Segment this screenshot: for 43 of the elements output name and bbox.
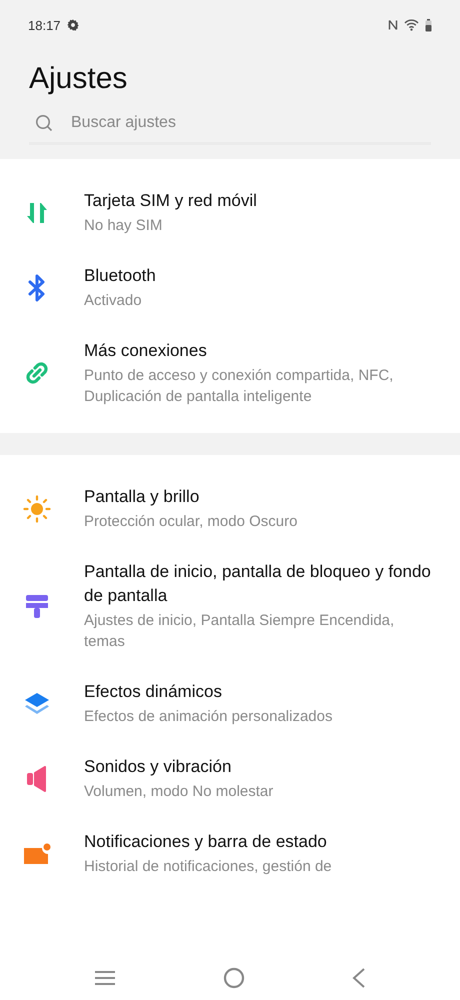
link-icon	[24, 360, 50, 386]
settings-item[interactable]: Más conexiones Punto de acceso y conexión compartida, NFC, Duplicación de pantalla inteligente	[0, 325, 460, 421]
item-subtitle: No hay SIM	[84, 216, 164, 236]
nfc-icon	[388, 19, 398, 31]
settings-item[interactable]: Tarjeta SIM y red móvil No hay SIM	[0, 175, 460, 250]
status-time: 18:17	[28, 18, 61, 32]
sun-icon	[23, 494, 51, 522]
layers-icon	[23, 692, 51, 716]
speaker-icon	[26, 766, 48, 792]
item-title: Bluetooth	[84, 265, 156, 287]
battery-icon	[425, 18, 432, 32]
item-subtitle: Punto de acceso y conexión compartida, NFC, Duplicación de pantalla inteligente	[84, 366, 394, 407]
wifi-icon	[404, 19, 419, 31]
settings-item[interactable]: Notificaciones y barra de estado Historial de notificaciones, gestión de	[0, 816, 460, 891]
settings-item[interactable]: Sonidos y vibración Volumen, modo No molestar	[0, 741, 460, 816]
search-field[interactable]: Buscar ajustes	[71, 114, 425, 132]
home-icon[interactable]	[222, 967, 245, 989]
item-title: Sonidos y vibración	[84, 756, 232, 778]
settings-item[interactable]: Pantalla de inicio, pantalla de bloqueo y fondo de pantalla Ajustes de inicio, Pantalla Siempre Encendida, temas	[0, 546, 460, 666]
paint-roller-icon	[25, 593, 49, 619]
notification-icon	[23, 842, 51, 864]
page-title: Ajustes	[29, 62, 128, 96]
item-title: Pantalla y brillo	[84, 486, 200, 508]
transfer-arrows-icon	[26, 200, 48, 224]
menu-icon[interactable]	[94, 970, 116, 986]
item-subtitle: Protección ocular, modo Oscuro	[84, 512, 298, 532]
item-title: Más conexiones	[84, 340, 208, 362]
item-subtitle: Activado	[84, 291, 143, 311]
item-title: Notificaciones y barra de estado	[84, 831, 328, 853]
item-title: Efectos dinámicos	[84, 681, 223, 703]
gear-icon	[66, 19, 79, 31]
bluetooth-icon	[28, 274, 46, 302]
item-subtitle: Ajustes de inicio, Pantalla Siempre Encendida, temas	[84, 611, 396, 652]
item-title: Tarjeta SIM y red móvil	[84, 190, 257, 212]
settings-item[interactable]: Bluetooth Activado	[0, 250, 460, 325]
item-subtitle: Historial de notificaciones, gestión de	[84, 857, 332, 877]
item-title: Pantalla de inicio, pantalla de bloqueo y fondo de pantalla	[84, 561, 432, 607]
settings-item[interactable]: Efectos dinámicos Efectos de animación personalizados	[0, 666, 460, 741]
search-icon	[35, 114, 53, 132]
item-subtitle: Efectos de animación personalizados	[84, 707, 332, 727]
item-subtitle: Volumen, modo No molestar	[84, 782, 274, 802]
back-icon[interactable]	[352, 968, 366, 988]
settings-item[interactable]: Pantalla y brillo Protección ocular, modo Oscuro	[0, 471, 460, 546]
